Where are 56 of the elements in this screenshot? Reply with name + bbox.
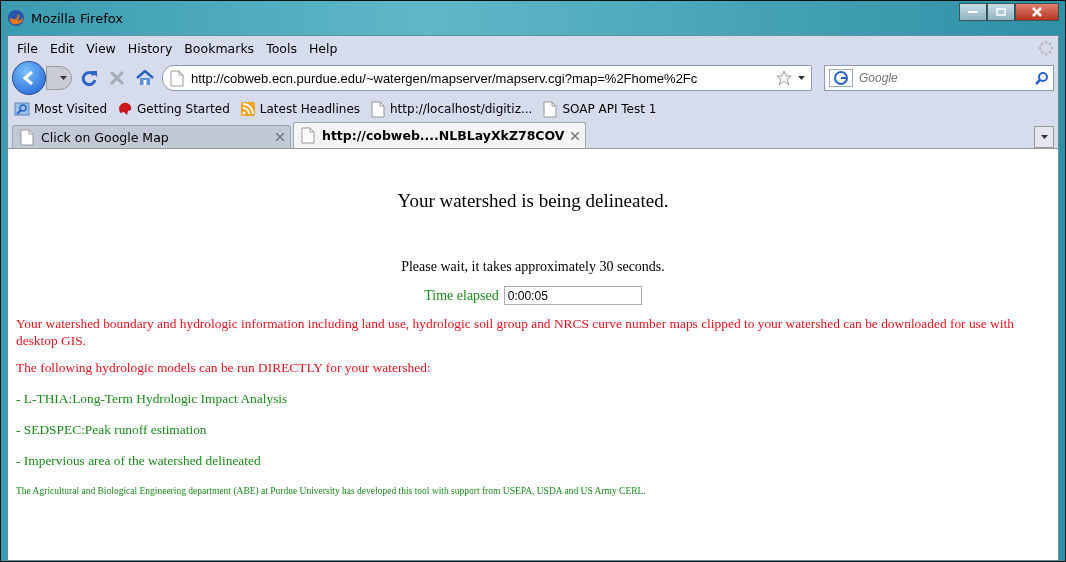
menu-item[interactable]: Edit (44, 40, 80, 56)
close-icon (1032, 7, 1042, 17)
back-button[interactable] (12, 61, 46, 95)
page-icon (542, 100, 559, 118)
wait-message: Please wait, it takes approximately 30 seconds. (400, 259, 666, 275)
page-heading: Your watershed is being delineated. (396, 190, 670, 212)
page-icon (19, 128, 35, 146)
browser-tab[interactable]: http://cobweb....NLBLayXkZ78COV (293, 122, 586, 148)
reload-icon (80, 69, 98, 87)
minimize-icon (968, 10, 978, 14)
tab-title: Click on Google Map (41, 129, 170, 145)
bookmark-link[interactable]: SOAP API Test 1 (562, 102, 657, 116)
home-icon (136, 70, 154, 86)
tab-list-button[interactable] (1034, 126, 1054, 148)
timer-label: Time elapsed (424, 287, 499, 304)
folder-search-icon (14, 100, 30, 118)
close-icon[interactable] (570, 131, 579, 140)
caret-icon (60, 76, 67, 80)
page-icon (300, 127, 316, 144)
notice-text: The following hydrologic models can be run DIRECTLY for your watershed: (16, 359, 432, 376)
page-icon (169, 69, 185, 87)
tab-title: http://cobweb....NLBLayXkZ78COV (322, 128, 565, 143)
close-button[interactable] (1015, 3, 1059, 21)
menu-item[interactable]: File (12, 40, 43, 56)
minimize-button[interactable] (959, 3, 987, 21)
menu-item[interactable]: View (81, 40, 121, 56)
letter-g-icon (833, 70, 849, 86)
star-icon (776, 70, 792, 86)
menu-item[interactable]: History (122, 40, 178, 56)
stop-icon (109, 70, 125, 86)
menu-item[interactable]: Bookmarks (179, 40, 260, 56)
model-text: - Impervious area of the watershed delineated (16, 452, 262, 469)
forward-button[interactable] (46, 66, 72, 90)
menu-item[interactable]: Help (303, 40, 343, 56)
bookmark-link[interactable]: Latest Headlines (259, 102, 360, 116)
window-title: Mozilla Firefox (31, 10, 123, 26)
credit-text: The Agricultural and Biological Engineering department (ABE) at Purdue University has developed this tool with support from USEPA, USDA and US Army CERL. (16, 485, 647, 498)
model-text: - L-THIA:Long-Term Hydrologic Impact Analysis (16, 390, 289, 407)
maximize-icon (996, 8, 1006, 16)
notice-text: Your watershed boundary and hydrologic information including land use, hydrologic soil group and NRCS curve number maps clipped to your watershed can be downloaded for use with desktop GIS. (16, 315, 1015, 349)
bookmark-link[interactable]: Getting Started (137, 102, 230, 116)
page-icon (370, 100, 386, 118)
dropdown-icon (798, 76, 805, 80)
search-icon[interactable] (1035, 71, 1049, 85)
search-engine-button[interactable] (829, 69, 853, 87)
caret-icon (1040, 135, 1048, 139)
menu-item[interactable]: Tools (261, 40, 302, 56)
timer-field[interactable]: 0:00:05 (503, 286, 642, 305)
bookmark-link[interactable]: Most Visited (34, 102, 108, 116)
address-field[interactable]: http://cobweb.ecn.purdue.edu/~watergen/mapserver/mapserv.cgi?map=%2Fhome%2Fc (162, 65, 812, 91)
bookmark-link[interactable]: http://localhost/digitiz... (390, 102, 533, 116)
model-text: - SEDSPEC:Peak runoff estimation (16, 421, 208, 438)
maximize-button[interactable] (987, 3, 1015, 21)
search-bar[interactable]: Google (824, 65, 1054, 91)
rss-feed-icon (239, 100, 256, 118)
throbber-icon (1038, 40, 1054, 56)
